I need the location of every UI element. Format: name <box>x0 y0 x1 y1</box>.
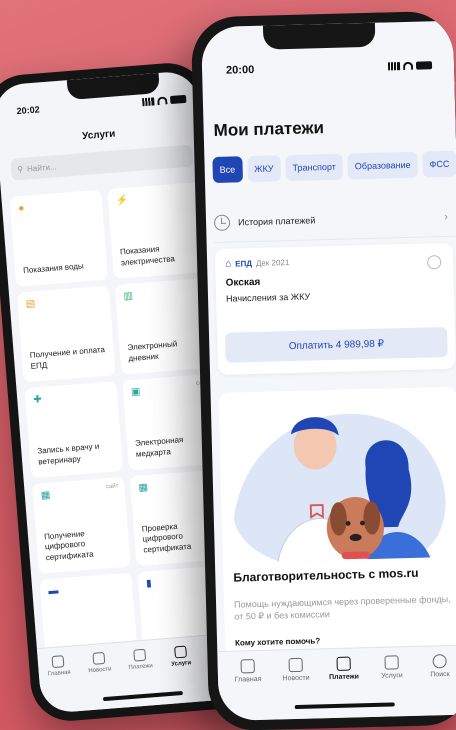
bill-card[interactable]: ⌂ ЕПД Дек 2021 Окская Начисления за ЖКУ … <box>214 242 456 375</box>
chip-filter[interactable]: ЖКУ <box>246 155 281 183</box>
charity-title: Благотворительность с mos.ru <box>233 565 419 585</box>
tile-label: Электронный дневник <box>127 339 178 363</box>
bill-date: Дек 2021 <box>255 258 290 268</box>
tab-home[interactable]: Главная <box>228 659 270 721</box>
bill-select-radio[interactable] <box>427 255 442 270</box>
service-tile[interactable]: ⚡ Показания электричества <box>107 182 206 280</box>
chip-filter[interactable]: ФСС <box>422 150 456 178</box>
chevron-right-icon: › <box>444 210 449 223</box>
tab-news[interactable]: Новости <box>276 657 318 720</box>
pay-button[interactable]: Оплатить 4 989,98 ₽ <box>224 326 448 363</box>
news-icon <box>92 651 106 665</box>
lightning-icon: ⚡ <box>115 194 129 207</box>
bill-header: ⌂ ЕПД Дек 2021 <box>225 253 443 270</box>
chip-filter[interactable]: Все <box>212 156 243 184</box>
bill-code: ЕПД <box>235 259 253 269</box>
charity-illustration <box>233 413 446 563</box>
tile-label: Показания электричества <box>119 244 176 268</box>
tab-label: Услуги <box>171 660 192 668</box>
signal-icon <box>142 97 155 107</box>
battery-icon <box>169 94 187 105</box>
tab-services[interactable]: Услуги <box>371 655 413 717</box>
back-phone-notch <box>66 72 161 101</box>
document-icon: ▤ <box>25 298 36 311</box>
house-icon: ⌂ <box>225 258 232 270</box>
news-icon <box>288 657 303 673</box>
tile-label: Показания воды <box>22 261 84 275</box>
tab-payments[interactable]: Платежи <box>323 656 365 718</box>
medcard-icon: ▣ <box>130 386 141 399</box>
search-placeholder: Найти... <box>26 161 57 174</box>
page-title: Мои платежи <box>213 118 325 140</box>
tab-label: Новости <box>282 674 310 683</box>
chip-filter[interactable]: Образование <box>347 151 418 180</box>
car-icon: ▬ <box>48 585 59 598</box>
tab-label: Платежи <box>328 673 360 682</box>
charity-question: Кому хотите помочь? <box>234 636 321 648</box>
service-tile[interactable]: ✚ Запись к врачу и ветеринару <box>24 381 124 479</box>
service-tile[interactable]: ▤ Получение и оплата ЕПД <box>16 285 116 383</box>
wifi-icon <box>156 96 168 106</box>
home-icon <box>240 659 255 674</box>
tab-label: Главная <box>234 675 262 684</box>
tab-label: Новости <box>88 666 112 675</box>
chip-filter[interactable]: Транспорт <box>285 153 344 182</box>
status-icons <box>142 94 187 107</box>
tab-label: Услуги <box>381 672 403 680</box>
clock-icon <box>213 214 231 231</box>
history-label: История платежей <box>237 214 316 227</box>
tab-news[interactable]: Новости <box>82 651 120 710</box>
search-icon: ⚲ <box>16 164 24 174</box>
plus-icon: ✚ <box>32 394 43 406</box>
search-icon <box>432 654 447 669</box>
page-title: Услуги <box>81 128 116 143</box>
tab-label: Поиск <box>430 670 450 679</box>
status-time: 20:02 <box>16 104 41 117</box>
tab-bar: Главная Новости Платежи Услуги Поиск <box>217 644 456 722</box>
battery-icon <box>415 61 433 70</box>
bill-name: Окская <box>225 276 261 289</box>
tab-search[interactable]: Поиск <box>419 654 456 716</box>
charity-description: Помощь нуждающимся через проверенные фон… <box>233 593 451 622</box>
signal-icon <box>387 62 401 71</box>
home-icon <box>51 655 65 669</box>
category-chips: Все ЖКУ Транспорт Образование ФСС <box>212 150 456 184</box>
payments-icon <box>336 656 351 671</box>
wifi-icon <box>402 61 414 71</box>
tile-label: Получение и оплата ЕПД <box>29 345 106 371</box>
water-drop-icon: ● <box>17 202 25 215</box>
tile-badge: сайт <box>105 483 119 491</box>
qr-icon: ▦ <box>40 489 51 502</box>
bill-description: Начисления за ЖКУ <box>225 291 311 304</box>
tile-label: Получение цифрового сертификата <box>43 528 94 562</box>
status-icons <box>387 61 433 71</box>
front-phone-screen: 20:00 Мои платежи Все ЖКУ Транспорт Образов… <box>200 20 456 722</box>
service-tile[interactable]: ● Показания воды <box>9 189 109 287</box>
front-phone: 20:00 Мои платежи Все ЖКУ Транспорт Образов… <box>190 10 456 730</box>
tile-label: Запись к врачу и ветеринару <box>37 441 100 467</box>
tab-label: Главная <box>47 669 71 678</box>
status-time: 20:00 <box>225 63 255 77</box>
front-phone-notch <box>262 22 376 50</box>
services-icon <box>173 645 187 659</box>
tab-label: Платежи <box>128 663 154 672</box>
payments-icon <box>133 648 147 662</box>
search-input[interactable]: ⚲ Найти... <box>10 144 194 181</box>
tab-home[interactable]: Главная <box>41 654 79 713</box>
service-tile[interactable]: ▦ сайт Получение цифрового сертификата <box>31 476 131 574</box>
services-icon <box>384 655 399 670</box>
payment-history-link[interactable]: История платежей › <box>213 196 456 244</box>
qr-icon: ▦ <box>138 482 149 494</box>
card-icon: ▮ <box>145 578 153 590</box>
book-icon: ▥ <box>123 290 134 303</box>
